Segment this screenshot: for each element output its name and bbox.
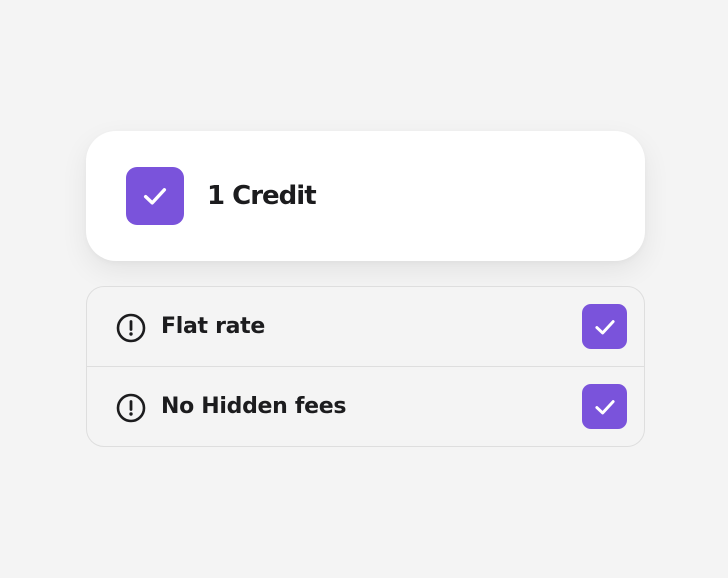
exclamation-circle-icon (116, 313, 146, 343)
feature-list: Flat rate No Hidden fees (86, 286, 645, 447)
flat-rate-checkbox[interactable] (582, 304, 627, 349)
no-hidden-fees-checkbox[interactable] (582, 384, 627, 429)
feature-label: Flat rate (161, 314, 266, 339)
credit-label: 1 Credit (207, 181, 317, 211)
credit-checkbox[interactable] (126, 167, 184, 225)
feature-row-flat-rate: Flat rate (87, 287, 644, 366)
feature-label: No Hidden fees (161, 394, 347, 419)
feature-row-no-hidden-fees: No Hidden fees (87, 367, 644, 446)
checkmark-icon (594, 319, 615, 334)
credit-option-card[interactable]: 1 Credit (86, 131, 645, 261)
checkmark-icon (143, 188, 167, 205)
exclamation-circle-icon (116, 393, 146, 423)
checkmark-icon (594, 399, 615, 414)
